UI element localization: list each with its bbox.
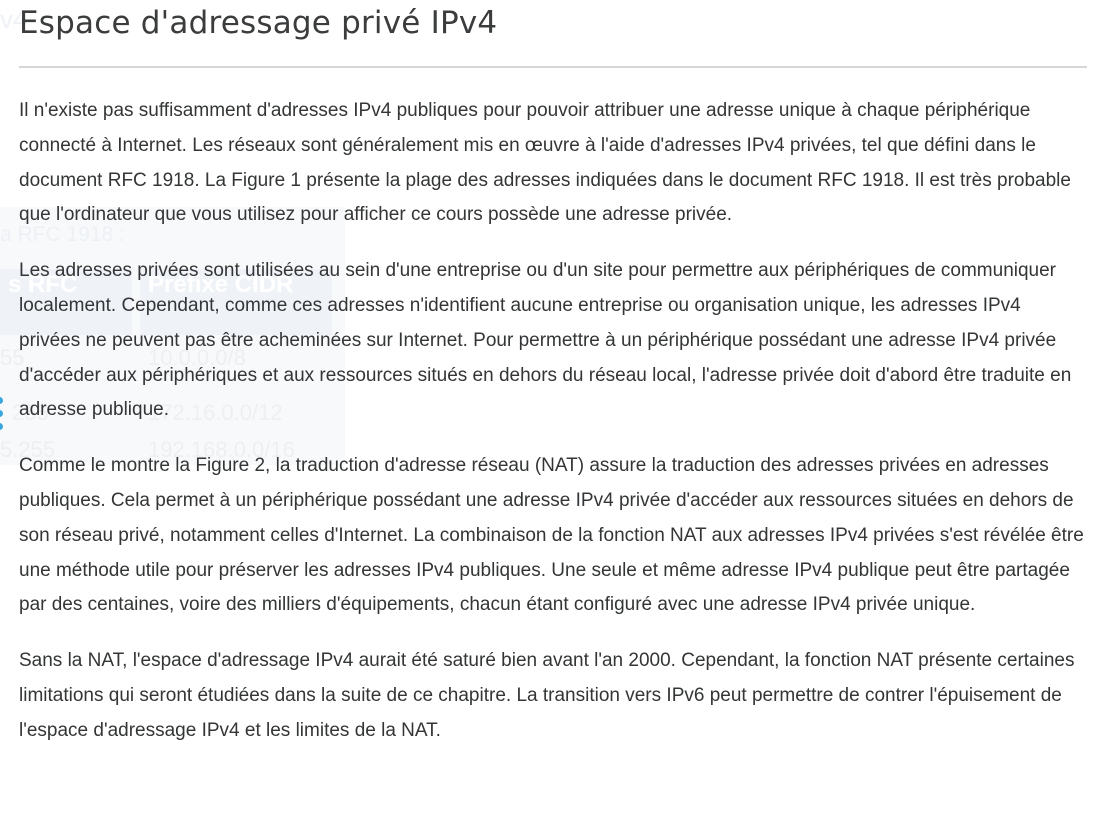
paragraph-rfc1918: Il n'existe pas suffisamment d'adresses … [19, 100, 1071, 226]
paragraph-nat: Comme le montre la Figure 2, la traducti… [19, 455, 1084, 616]
paragraph-without-nat: Sans la NAT, l'espace d'adressage IPv4 a… [19, 650, 1075, 741]
title-divider [19, 66, 1087, 68]
paragraph-private-usage: Les adresses privées sont utilisées au s… [19, 260, 1072, 421]
page-title: Espace d'adressage privé IPv4 [19, 5, 498, 41]
main-content: Espace d'adressage privé IPv4 Il n'exist… [0, 0, 1102, 749]
